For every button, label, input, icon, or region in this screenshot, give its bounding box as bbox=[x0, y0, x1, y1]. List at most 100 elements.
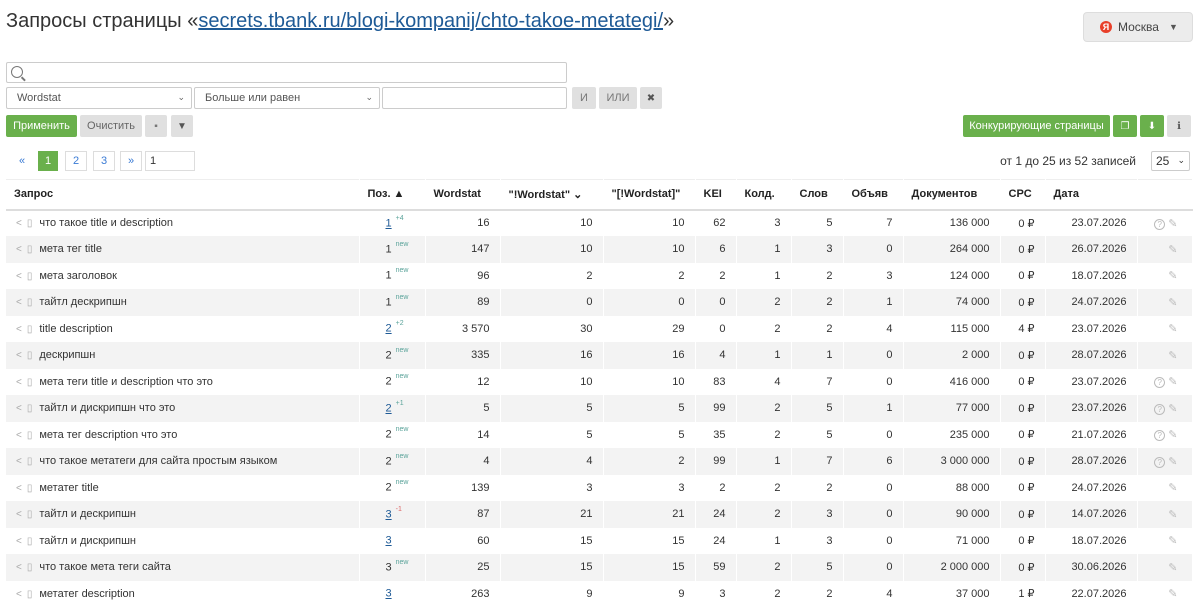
query-text[interactable]: метатег description bbox=[39, 588, 134, 600]
share-icon[interactable]: < bbox=[16, 297, 22, 308]
position-value[interactable]: 3 bbox=[386, 588, 392, 600]
per-page-select[interactable]: 25 ⌄ bbox=[1151, 151, 1190, 171]
search-input[interactable] bbox=[7, 63, 566, 82]
share-icon[interactable]: < bbox=[16, 403, 22, 414]
share-icon[interactable]: < bbox=[16, 244, 22, 255]
magic-wand-icon[interactable]: ✎ bbox=[1168, 456, 1177, 468]
share-icon[interactable]: < bbox=[16, 509, 22, 520]
document-icon[interactable]: ▯ bbox=[27, 218, 33, 229]
competing-pages-button[interactable]: Конкурирующие страницы bbox=[963, 115, 1110, 137]
download-icon[interactable]: ⬇ bbox=[1140, 115, 1164, 137]
copy-icon[interactable]: ❐ bbox=[1113, 115, 1137, 137]
help-icon[interactable]: ? bbox=[1154, 403, 1166, 415]
magic-wand-icon[interactable]: ✎ bbox=[1168, 297, 1177, 309]
pagination-page-3[interactable]: 3 bbox=[93, 151, 115, 171]
or-button[interactable]: ИЛИ bbox=[599, 87, 637, 109]
page-number-input[interactable]: 1 bbox=[145, 151, 195, 171]
magic-wand-icon[interactable]: ✎ bbox=[1168, 350, 1177, 362]
share-icon[interactable]: < bbox=[16, 377, 22, 388]
col-ads[interactable]: Объяв bbox=[843, 179, 904, 211]
document-icon[interactable]: ▯ bbox=[27, 589, 33, 600]
position-value[interactable]: 2 bbox=[386, 403, 392, 415]
document-icon[interactable]: ▯ bbox=[27, 350, 33, 361]
save-icon[interactable]: ▪ bbox=[145, 115, 167, 137]
query-text[interactable]: тайтл и дискрипшн что это bbox=[39, 402, 175, 414]
magic-wand-icon[interactable]: ✎ bbox=[1168, 403, 1177, 415]
magic-wand-icon[interactable]: ✎ bbox=[1168, 535, 1177, 547]
document-icon[interactable]: ▯ bbox=[27, 456, 33, 467]
position-value[interactable]: 3 bbox=[386, 535, 392, 547]
document-icon[interactable]: ▯ bbox=[27, 483, 33, 494]
position-value[interactable]: 1 bbox=[386, 218, 392, 230]
document-icon[interactable]: ▯ bbox=[27, 562, 33, 573]
document-icon[interactable]: ▯ bbox=[27, 536, 33, 547]
document-icon[interactable]: ▯ bbox=[27, 324, 33, 335]
page-url-link[interactable]: secrets.tbank.ru/blogi-kompanij/chto-tak… bbox=[198, 10, 663, 32]
col-position[interactable]: Поз. ▲ bbox=[359, 179, 426, 211]
magic-wand-icon[interactable]: ✎ bbox=[1168, 509, 1177, 521]
clear-button[interactable]: Очистить bbox=[80, 115, 142, 137]
position-value[interactable]: 2 bbox=[386, 323, 392, 335]
magic-wand-icon[interactable]: ✎ bbox=[1168, 376, 1177, 388]
col-bracket-wordstat[interactable]: "[!Wordstat]" bbox=[603, 179, 696, 211]
help-icon[interactable]: ? bbox=[1154, 377, 1166, 389]
pagination-page-2[interactable]: 2 bbox=[65, 151, 87, 171]
filter-icon[interactable]: ▼ bbox=[171, 115, 193, 137]
pagination-page-1[interactable]: 1 bbox=[38, 151, 58, 171]
magic-wand-icon[interactable]: ✎ bbox=[1168, 244, 1177, 256]
region-selector[interactable]: Я Москва ▼ bbox=[1083, 12, 1193, 42]
query-text[interactable]: тайтл дескрипшн bbox=[39, 296, 126, 308]
query-text[interactable]: мета тег title bbox=[39, 243, 102, 255]
share-icon[interactable]: < bbox=[16, 271, 22, 282]
magic-wand-icon[interactable]: ✎ bbox=[1168, 429, 1177, 441]
query-text[interactable]: мета теги title и description что это bbox=[39, 376, 213, 388]
col-cpc[interactable]: CPC bbox=[1000, 179, 1046, 211]
help-icon[interactable]: ? bbox=[1154, 430, 1166, 442]
magic-wand-icon[interactable]: ✎ bbox=[1168, 270, 1177, 282]
document-icon[interactable]: ▯ bbox=[27, 430, 33, 441]
share-icon[interactable]: < bbox=[16, 562, 22, 573]
remove-filter-icon[interactable]: ✖ bbox=[640, 87, 662, 109]
pagination-first[interactable]: « bbox=[12, 151, 32, 171]
position-value[interactable]: 3 bbox=[386, 509, 392, 521]
document-icon[interactable]: ▯ bbox=[27, 244, 33, 255]
info-icon[interactable]: ℹ bbox=[1167, 115, 1191, 137]
condition-select[interactable]: Больше или равен ⌄ bbox=[194, 87, 380, 109]
source-select[interactable]: Wordstat ⌄ bbox=[6, 87, 192, 109]
magic-wand-icon[interactable]: ✎ bbox=[1168, 482, 1177, 494]
help-icon[interactable]: ? bbox=[1154, 218, 1166, 230]
help-icon[interactable]: ? bbox=[1154, 456, 1166, 468]
and-button[interactable]: И bbox=[572, 87, 596, 109]
query-text[interactable]: мета заголовок bbox=[39, 270, 117, 282]
search-box[interactable] bbox=[6, 62, 567, 83]
query-text[interactable]: мета тег description что это bbox=[39, 429, 177, 441]
col-wordstat[interactable]: Wordstat bbox=[425, 179, 501, 211]
query-text[interactable]: что такое title и description bbox=[39, 217, 173, 229]
magic-wand-icon[interactable]: ✎ bbox=[1168, 218, 1177, 230]
col-query[interactable]: Запрос bbox=[6, 179, 360, 211]
query-text[interactable]: метатег title bbox=[39, 482, 98, 494]
col-qty[interactable]: Колд. bbox=[736, 179, 792, 211]
share-icon[interactable]: < bbox=[16, 483, 22, 494]
share-icon[interactable]: < bbox=[16, 456, 22, 467]
magic-wand-icon[interactable]: ✎ bbox=[1168, 588, 1177, 600]
filter-value-input[interactable] bbox=[382, 87, 567, 109]
document-icon[interactable]: ▯ bbox=[27, 377, 33, 388]
col-documents[interactable]: Документов bbox=[903, 179, 1001, 211]
col-date[interactable]: Дата bbox=[1045, 179, 1138, 211]
query-text[interactable]: тайтл и дискрипшн bbox=[39, 535, 136, 547]
query-text[interactable]: title description bbox=[39, 323, 112, 335]
share-icon[interactable]: < bbox=[16, 589, 22, 600]
col-exact-wordstat[interactable]: "!Wordstat" ⌄ bbox=[500, 179, 604, 211]
document-icon[interactable]: ▯ bbox=[27, 509, 33, 520]
document-icon[interactable]: ▯ bbox=[27, 297, 33, 308]
query-text[interactable]: что такое метатеги для сайта простым язы… bbox=[39, 455, 277, 467]
apply-button[interactable]: Применить bbox=[6, 115, 77, 137]
magic-wand-icon[interactable]: ✎ bbox=[1168, 562, 1177, 574]
query-text[interactable]: что такое мета теги сайта bbox=[39, 561, 171, 573]
share-icon[interactable]: < bbox=[16, 324, 22, 335]
document-icon[interactable]: ▯ bbox=[27, 403, 33, 414]
share-icon[interactable]: < bbox=[16, 350, 22, 361]
document-icon[interactable]: ▯ bbox=[27, 271, 33, 282]
col-words[interactable]: Слов bbox=[791, 179, 844, 211]
